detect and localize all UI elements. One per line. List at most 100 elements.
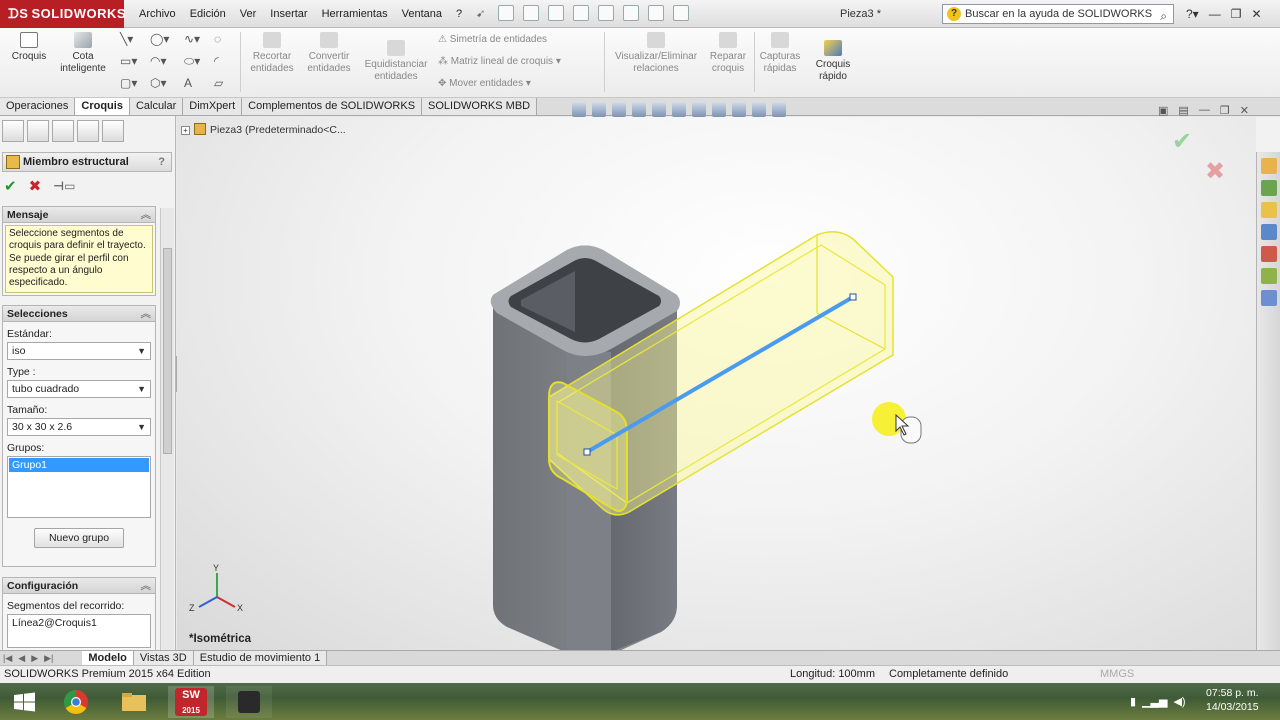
new-icon[interactable] — [498, 5, 514, 21]
view-settings-icon[interactable] — [772, 103, 786, 117]
split-view-icon[interactable]: ▣ — [1158, 104, 1168, 117]
tab-next-icon[interactable]: ▶ — [28, 653, 41, 664]
tab-modelo[interactable]: Modelo — [82, 651, 134, 665]
mover-button[interactable]: ✥ Mover entidades ▾ — [438, 78, 531, 89]
section-view-icon[interactable] — [632, 103, 646, 117]
tab-first-icon[interactable]: |◀ — [0, 653, 15, 664]
scene-icon[interactable] — [752, 103, 766, 117]
tamano-select[interactable]: 30 x 30 x 2.6 ▼ — [7, 418, 151, 436]
segmentos-list[interactable]: Línea2@Croquis1 — [7, 614, 151, 648]
convertir-button[interactable]: Convertir entidades — [302, 32, 356, 75]
file-explorer-taskbar-icon[interactable] — [114, 686, 154, 718]
tab-mbd[interactable]: SOLIDWORKS MBD — [422, 98, 538, 115]
slot-icon[interactable]: ▢▾ — [120, 76, 137, 90]
pin-menu-icon[interactable]: ➹ — [469, 0, 492, 28]
dynamic-annotation-icon[interactable] — [652, 103, 666, 117]
chrome-icon[interactable] — [56, 686, 96, 718]
circle-icon[interactable]: ◯▾ — [150, 32, 169, 46]
equidistanciar-button[interactable]: Equidistanciar entidades — [360, 40, 432, 83]
print-icon[interactable] — [573, 5, 589, 21]
restore-icon[interactable]: ❐ — [1231, 0, 1242, 28]
zoom-fit-icon[interactable] — [572, 103, 586, 117]
save-icon[interactable] — [548, 5, 564, 21]
arc-icon[interactable]: ◠▾ — [150, 54, 167, 68]
file-explorer-icon[interactable] — [1261, 202, 1277, 218]
custom-properties-icon[interactable] — [1261, 268, 1277, 284]
menu-archivo[interactable]: Archivo — [132, 0, 183, 28]
viewport-minimize-icon[interactable]: — — [1199, 104, 1210, 117]
recortar-button[interactable]: Recortar entidades — [244, 32, 300, 75]
tab-last-icon[interactable]: ▶| — [41, 653, 56, 664]
configuration-tab-icon[interactable] — [52, 120, 74, 142]
croquis-rapido-button[interactable]: Croquis rápido — [810, 40, 856, 83]
cancel-x-icon[interactable]: ✖ — [29, 177, 42, 195]
close-icon[interactable]: ✕ — [1251, 0, 1261, 28]
tab-calcular[interactable]: Calcular — [129, 98, 184, 115]
tab-operaciones[interactable]: Operaciones — [0, 98, 76, 115]
home-icon[interactable] — [1261, 158, 1277, 174]
mensaje-header[interactable]: Mensaje ︽ — [3, 207, 155, 223]
minimize-icon[interactable]: — — [1209, 0, 1221, 28]
windows-start-icon[interactable] — [4, 686, 44, 718]
network-icon[interactable]: ▁▃▅ — [1142, 695, 1167, 708]
tab-estudio-movimiento[interactable]: Estudio de movimiento 1 — [193, 651, 328, 665]
list-item[interactable]: Línea2@Croquis1 — [12, 617, 97, 629]
solidworks-taskbar-button[interactable]: SW 2015 — [168, 686, 214, 718]
help-button[interactable]: ? — [158, 153, 165, 171]
ellipse-icon[interactable]: ⬭▾ — [184, 54, 200, 69]
units-status[interactable]: MMGS — [1100, 666, 1134, 683]
type-select[interactable]: tubo cuadrado ▼ — [7, 380, 151, 398]
select-icon[interactable] — [623, 5, 639, 21]
grupos-list[interactable]: Grupo1 — [7, 456, 151, 518]
options-icon[interactable] — [673, 5, 689, 21]
view-orientation-icon[interactable] — [672, 103, 686, 117]
visualizar-relaciones-button[interactable]: Visualizar/Eliminar relaciones — [610, 32, 702, 75]
appearance-icon[interactable] — [732, 103, 746, 117]
confirm-ok-icon[interactable]: ✔ — [1172, 127, 1192, 155]
forum-icon[interactable] — [1261, 290, 1277, 306]
magnifier-icon[interactable]: ⌕ — [1160, 7, 1167, 25]
viewport-restore-icon[interactable]: ❐ — [1220, 104, 1230, 117]
cota-inteligente-button[interactable]: Cota inteligente — [54, 32, 112, 75]
matriz-dropdown-icon[interactable]: ▾ — [553, 56, 561, 67]
display-manager-tab-icon[interactable] — [102, 120, 124, 142]
recorder-taskbar-button[interactable] — [226, 686, 272, 718]
volume-icon[interactable]: ◀) — [1173, 695, 1185, 708]
list-item[interactable]: Grupo1 — [9, 458, 149, 472]
collapse-chevron-icon[interactable]: ︽ — [141, 207, 152, 223]
matriz-button[interactable]: ⁂ Matriz lineal de croquis ▾ — [438, 56, 561, 67]
polygon-icon[interactable]: ⬡▾ — [150, 76, 167, 90]
tab-vistas-3d[interactable]: Vistas 3D — [133, 651, 194, 665]
collapse-chevron-icon[interactable]: ︽ — [141, 306, 152, 322]
dimxpert-tab-icon[interactable] — [77, 120, 99, 142]
simetria-button[interactable]: ⚠ Simetría de entidades — [438, 34, 547, 45]
display-style-icon[interactable] — [692, 103, 706, 117]
open-icon[interactable] — [523, 5, 539, 21]
property-manager-tab-icon[interactable] — [27, 120, 49, 142]
path-endpoint[interactable] — [849, 293, 857, 301]
nuevo-grupo-button[interactable]: Nuevo grupo — [34, 528, 124, 548]
fillet-icon[interactable]: ◜ — [214, 54, 219, 68]
plane-icon[interactable]: ▱ — [214, 76, 223, 90]
text-icon[interactable]: A — [184, 76, 192, 90]
line-icon[interactable]: ╲▾ — [120, 32, 133, 46]
property-manager-scrollbar[interactable] — [160, 208, 174, 654]
menu-ayuda[interactable]: ? — [449, 0, 469, 28]
menu-herramientas[interactable]: Herramientas — [315, 0, 395, 28]
path-endpoint[interactable] — [583, 448, 591, 456]
tab-croquis[interactable]: Croquis — [75, 98, 130, 115]
taskbar-clock[interactable]: 07:58 p. m. 14/03/2015 — [1206, 686, 1259, 714]
undo-icon[interactable] — [598, 5, 614, 21]
menu-edicion[interactable]: Edición — [183, 0, 233, 28]
solidworks-logo[interactable]: ᗪS SOLIDWORKS — [0, 0, 126, 28]
reparar-croquis-button[interactable]: Reparar croquis — [704, 32, 752, 75]
menu-insertar[interactable]: Insertar — [263, 0, 314, 28]
help-search-input[interactable]: ? Buscar en la ayuda de SOLIDWORKS ⌕ — [942, 4, 1174, 24]
design-library-icon[interactable] — [1261, 180, 1277, 196]
tile-view-icon[interactable]: ▤ — [1178, 104, 1188, 117]
appearances-icon[interactable] — [1261, 246, 1277, 262]
rectangle-icon[interactable]: ▭▾ — [120, 54, 137, 68]
battery-icon[interactable]: ▮ — [1130, 695, 1136, 708]
capturas-rapidas-button[interactable]: Capturas rápidas — [756, 32, 804, 75]
tab-complementos[interactable]: Complementos de SOLIDWORKS — [242, 98, 423, 115]
